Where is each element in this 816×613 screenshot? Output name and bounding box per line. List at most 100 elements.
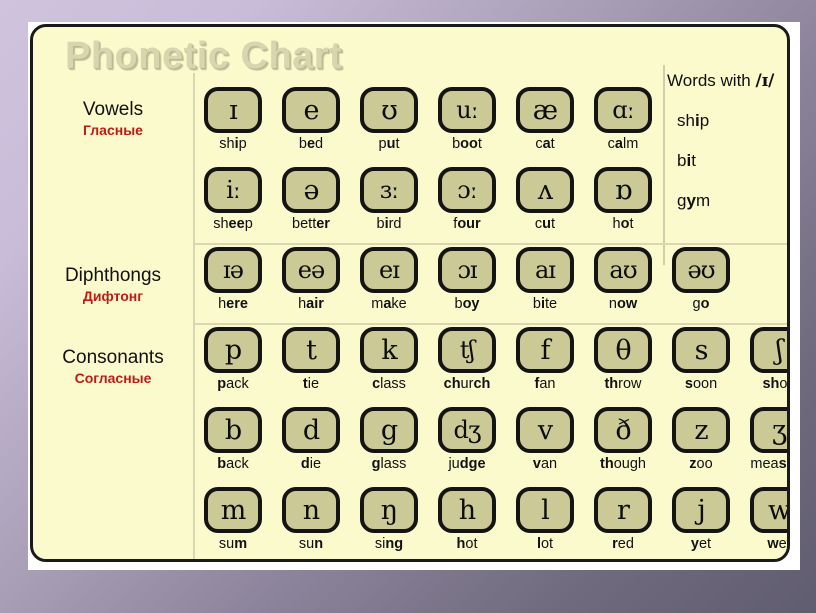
phoneme-cell[interactable]: n sun (275, 487, 347, 552)
phoneme-symbol-tile: f (516, 327, 574, 373)
phoneme-example-word: hair (298, 296, 324, 312)
phoneme-symbol-tile: h (438, 487, 496, 533)
phoneme-cell[interactable]: æ cat (509, 87, 581, 152)
phoneme-symbol-tile: aʊ (594, 247, 652, 293)
phoneme-cell[interactable]: ʒ measure (743, 407, 787, 472)
phoneme-cell[interactable]: ʃ shoe (743, 327, 788, 392)
phoneme-cell[interactable]: h hot (431, 487, 503, 552)
phoneme-symbol-tile: t (282, 327, 340, 373)
label-column-divider (193, 73, 195, 559)
phoneme-cell[interactable]: g glass (353, 407, 425, 472)
side-panel-word: gym (677, 191, 711, 210)
phoneme-cell[interactable]: dʒ judge (431, 407, 503, 472)
phoneme-example-word: now (608, 296, 638, 312)
phoneme-example-word: tie (302, 376, 320, 392)
phoneme-example-word: put (378, 136, 400, 152)
phoneme-cell[interactable]: aʊ now (587, 247, 659, 312)
phoneme-cell[interactable]: f fan (509, 327, 581, 392)
phoneme-cell[interactable]: ə better (275, 167, 347, 232)
phoneme-row: p pack t tie k class tʃ church f fan θ throw s soon ʃ s… (197, 325, 788, 405)
phoneme-example-word: sing (374, 536, 404, 552)
side-panel-word: ship (677, 111, 710, 130)
phoneme-cell[interactable]: d die (275, 407, 347, 472)
phoneme-example-word: back (217, 456, 249, 472)
slide-canvas: Phonetic Chart Vowels Гласные Diphthongs… (0, 0, 816, 613)
phoneme-cell[interactable]: θ throw (587, 327, 659, 392)
phoneme-cell[interactable]: iː sheep (197, 167, 269, 232)
phoneme-cell[interactable]: tʃ church (431, 327, 503, 392)
phoneme-symbol-tile: eɪ (360, 247, 418, 293)
phoneme-cell[interactable]: p pack (197, 327, 269, 392)
phoneme-cell[interactable]: m sum (197, 487, 269, 552)
phoneme-symbol-tile: z (672, 407, 730, 453)
phoneme-example-word: sheep (213, 216, 253, 232)
phoneme-cell[interactable]: b back (197, 407, 269, 472)
phoneme-example-word: bird (376, 216, 402, 232)
phoneme-cell[interactable]: ŋ sing (353, 487, 425, 552)
phoneme-cell[interactable]: ɔː four (431, 167, 503, 232)
phoneme-symbol-tile: uː (438, 87, 496, 133)
phoneme-cell[interactable]: eɪ make (353, 247, 425, 312)
phoneme-example-word: hot (456, 536, 478, 552)
phoneme-symbol-tile: ə (282, 167, 340, 213)
phoneme-cell[interactable]: aɪ bite (509, 247, 581, 312)
phoneme-cell[interactable]: uː boot (431, 87, 503, 152)
phoneme-symbol-tile: əʊ (672, 247, 730, 293)
phoneme-example-word: fan (534, 376, 556, 392)
phoneme-symbol-tile: θ (594, 327, 652, 373)
phoneme-cell[interactable]: e bed (275, 87, 347, 152)
phoneme-example-word: glass (371, 456, 407, 472)
phoneme-example-word: hot (612, 216, 634, 232)
phoneme-cell[interactable]: s soon (665, 327, 737, 392)
phoneme-cell[interactable]: eə hair (275, 247, 347, 312)
phoneme-symbol-tile: b (204, 407, 262, 453)
phoneme-cell[interactable]: w wet (743, 487, 790, 552)
phoneme-cell[interactable]: t tie (275, 327, 347, 392)
phoneme-example-word: here (218, 296, 248, 312)
phoneme-example-word: better (292, 216, 330, 232)
phoneme-cell[interactable]: ɜː bird (353, 167, 425, 232)
phoneme-example-word: bed (298, 136, 324, 152)
phoneme-symbol-tile: p (204, 327, 262, 373)
phoneme-cell[interactable]: əʊ go (665, 247, 737, 312)
phoneme-cell[interactable]: r red (587, 487, 659, 552)
phoneme-symbol-tile: dʒ (438, 407, 496, 453)
phoneme-cell[interactable]: ɑː calm (587, 87, 659, 152)
phoneme-example-word: class (372, 376, 406, 392)
phoneme-symbol-tile: n (282, 487, 340, 533)
phoneme-cell[interactable]: l lot (509, 487, 581, 552)
phoneme-example-word: boy (454, 296, 480, 312)
phoneme-example-word: church (443, 376, 491, 392)
phoneme-symbol-tile: æ (516, 87, 574, 133)
phoneme-example-word: sum (218, 536, 248, 552)
phoneme-example-word: cat (535, 136, 555, 152)
category-consonants-label-ru: Согласные (74, 369, 152, 386)
phoneme-symbol-tile: v (516, 407, 574, 453)
category-diphthongs: Diphthongs Дифтонг (33, 265, 193, 305)
phoneme-cell[interactable]: ɒ hot (587, 167, 659, 232)
phoneme-symbol-tile: ʃ (750, 327, 787, 373)
phoneme-cell[interactable]: ʌ cut (509, 167, 581, 232)
phoneme-symbol-tile: l (516, 487, 574, 533)
phoneme-symbol-tile: d (282, 407, 340, 453)
phoneme-symbol-tile: aɪ (516, 247, 574, 293)
phoneme-symbol-tile: m (204, 487, 262, 533)
phoneme-cell[interactable]: ɔɪ boy (431, 247, 503, 312)
phoneme-cell[interactable]: k class (353, 327, 425, 392)
phoneme-example-word: sun (298, 536, 324, 552)
phoneme-cell[interactable]: v van (509, 407, 581, 472)
phoneme-cell[interactable]: ʊ put (353, 87, 425, 152)
phoneme-example-word: ship (219, 136, 247, 152)
phoneme-cell[interactable]: ɪə here (197, 247, 269, 312)
category-diphthongs-label-ru: Дифтонг (82, 287, 144, 304)
side-panel-title-symbol: /ɪ/ (755, 71, 775, 91)
phoneme-cell[interactable]: ɪ ship (197, 87, 269, 152)
phoneme-symbol-tile: r (594, 487, 652, 533)
phoneme-example-word: cut (534, 216, 556, 232)
phoneme-cell[interactable]: z zoo (665, 407, 737, 472)
phoneme-example-word: red (612, 536, 634, 552)
phoneme-example-word: wet (767, 536, 790, 552)
phoneme-example-word: shoe (762, 376, 788, 392)
phoneme-cell[interactable]: j yet (665, 487, 737, 552)
phoneme-cell[interactable]: ð though (587, 407, 659, 472)
